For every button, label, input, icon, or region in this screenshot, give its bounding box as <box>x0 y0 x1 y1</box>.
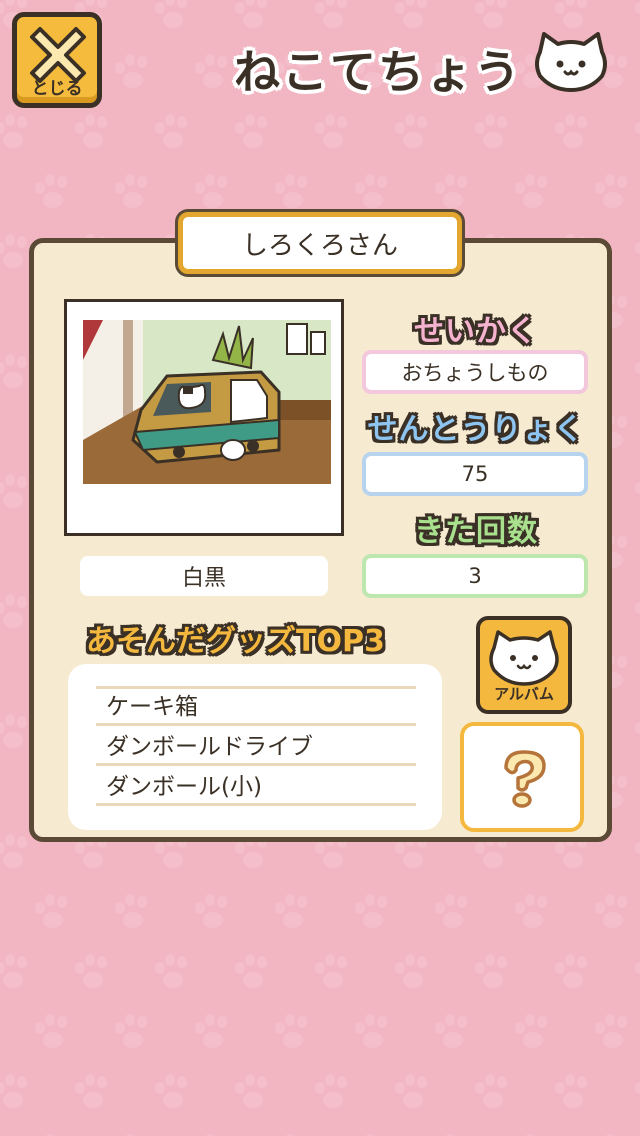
paw-print <box>595 1014 627 1048</box>
paw-print <box>635 842 640 854</box>
paw-print <box>155 114 187 148</box>
paw-print <box>366 1134 374 1136</box>
paw-print <box>0 954 27 988</box>
paw-print <box>0 114 27 148</box>
paw-print <box>475 1074 507 1108</box>
paw-print <box>555 114 587 148</box>
paw-print <box>315 1074 347 1108</box>
paw-print <box>635 1082 640 1094</box>
paw-print <box>395 954 427 988</box>
paw-print <box>315 954 347 988</box>
paw-print <box>235 0 267 28</box>
cat-face-icon <box>489 630 559 686</box>
paw-print <box>395 1074 427 1108</box>
paw-print <box>435 174 467 208</box>
paw-print <box>555 1074 587 1108</box>
cat-in-van-illustration <box>83 320 331 484</box>
paw-print <box>195 174 227 208</box>
paw-print <box>595 174 627 208</box>
paw-print <box>355 894 387 928</box>
paw-print <box>395 114 427 148</box>
paw-print <box>35 894 67 928</box>
question-icon <box>504 750 546 808</box>
goods-item: ダンボールドライブ <box>96 728 416 766</box>
paw-print <box>155 1074 187 1108</box>
paw-print <box>555 954 587 988</box>
paw-print <box>635 602 640 614</box>
paw-print <box>355 1014 387 1048</box>
paw-print <box>315 0 347 28</box>
paw-print <box>635 122 640 134</box>
visits-heading: きた回数 <box>414 514 538 549</box>
paw-print <box>475 0 507 28</box>
paw-print <box>235 954 267 988</box>
paw-print <box>235 114 267 148</box>
cat-name-tab: しろくろさん <box>178 212 462 274</box>
paw-print <box>195 1014 227 1048</box>
paw-print <box>75 954 107 988</box>
paw-print <box>446 1134 454 1136</box>
paw-print <box>435 894 467 928</box>
paw-print <box>286 1134 294 1136</box>
paw-print <box>155 954 187 988</box>
paw-print <box>315 114 347 148</box>
paw-print <box>75 114 107 148</box>
paw-print <box>0 1074 27 1108</box>
power-heading: せんとうりょく <box>367 412 585 447</box>
goods-item: ケーキ箱 <box>96 688 416 726</box>
paw-print <box>595 894 627 928</box>
paw-print <box>515 1014 547 1048</box>
paw-print <box>75 1074 107 1108</box>
close-label: とじる <box>31 79 83 99</box>
goods-heading: あそんだグッズTOP3 <box>86 624 385 659</box>
paw-print <box>275 894 307 928</box>
paw-print <box>395 0 427 28</box>
power-value: 75 <box>362 452 588 496</box>
hint-button[interactable] <box>460 722 584 832</box>
album-button[interactable]: アルバム <box>476 616 572 714</box>
personality-heading: せいかく <box>414 314 538 349</box>
paw-print <box>526 1134 534 1136</box>
paw-print <box>635 722 640 734</box>
cat-face-icon <box>535 32 607 92</box>
paw-print <box>606 1134 614 1136</box>
cat-color: 白黒 <box>80 556 328 596</box>
paw-print <box>635 482 640 494</box>
paw-print <box>126 1134 134 1136</box>
close-button[interactable]: とじる <box>12 12 102 108</box>
paw-print <box>635 362 640 374</box>
paw-print <box>115 894 147 928</box>
paw-print <box>35 174 67 208</box>
paw-print <box>35 1014 67 1048</box>
paw-print <box>0 834 27 868</box>
paw-print <box>515 894 547 928</box>
paw-print <box>435 1014 467 1048</box>
cat-photo <box>64 299 344 536</box>
paw-print <box>515 174 547 208</box>
paw-print <box>46 1134 54 1136</box>
album-label: アルバム <box>494 685 554 703</box>
personality-value: おちょうしもの <box>362 350 588 394</box>
goods-item: ダンボール(小) <box>96 768 416 806</box>
paw-print <box>635 962 640 974</box>
paw-print <box>155 0 187 28</box>
paw-print <box>115 54 147 88</box>
paw-print <box>206 1134 214 1136</box>
paw-print <box>275 174 307 208</box>
page-title: ねこてちょう <box>234 45 522 99</box>
paw-print <box>195 54 227 88</box>
paw-print <box>235 1074 267 1108</box>
paw-print <box>275 1014 307 1048</box>
paw-print <box>195 894 227 928</box>
paw-print <box>355 174 387 208</box>
paw-print <box>475 954 507 988</box>
paw-print <box>475 114 507 148</box>
goods-list: ケーキ箱 ダンボールドライブ ダンボール(小) <box>68 664 442 830</box>
paw-print <box>635 242 640 254</box>
paw-print <box>115 174 147 208</box>
paw-print <box>635 2 640 14</box>
paw-print <box>115 1014 147 1048</box>
visits-value: 3 <box>362 554 588 598</box>
